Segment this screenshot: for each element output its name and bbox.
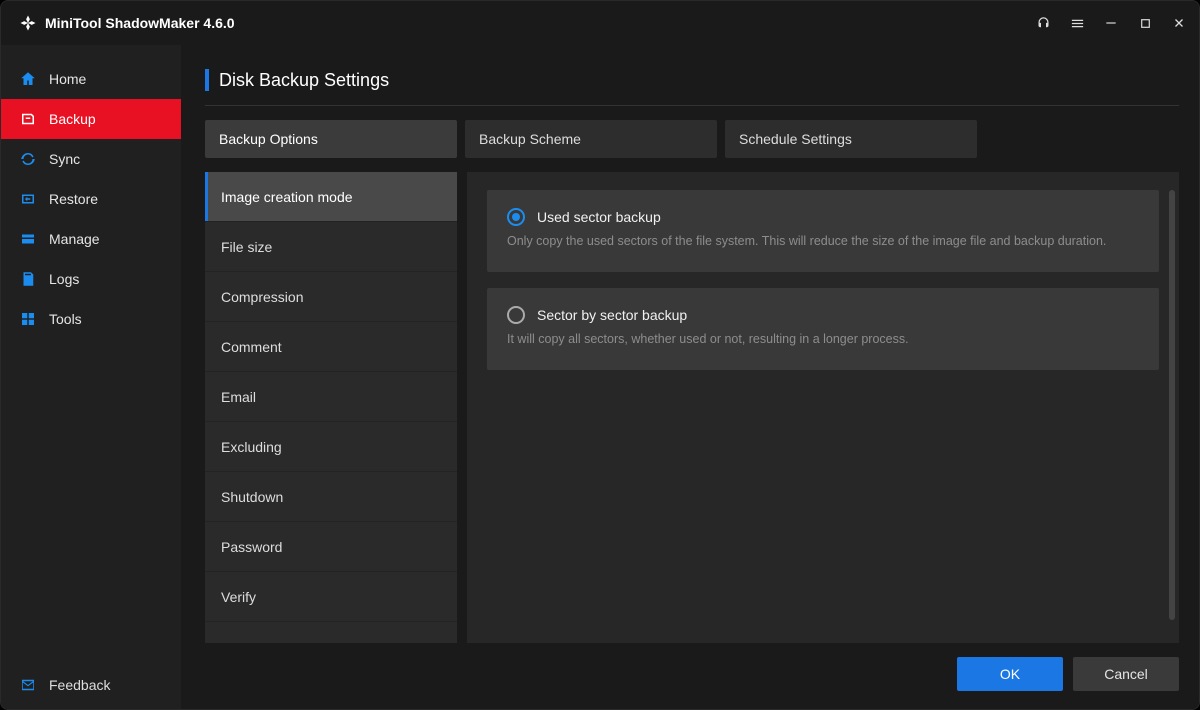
app-window: MiniTool ShadowMaker 4.6.0 [0,0,1200,710]
radio-selected-icon[interactable] [507,208,525,226]
minimize-icon[interactable] [1103,15,1119,31]
main-area: Disk Backup Settings Backup Options Back… [181,45,1199,709]
dialog-footer: OK Cancel [205,643,1179,691]
sidebar: Home Backup Sync [1,45,181,709]
sidebar-item-label: Manage [49,231,100,247]
sublist-label: File size [221,239,272,255]
feedback-label: Feedback [49,677,110,693]
sublist-verify[interactable]: Verify [205,572,457,622]
sidebar-item-label: Logs [49,271,79,287]
sidebar-nav: Home Backup Sync [1,59,181,661]
sublist-label: Verify [221,589,256,605]
sidebar-item-backup[interactable]: Backup [1,99,181,139]
options-panel: Used sector backup Only copy the used se… [467,172,1179,643]
option-title: Used sector backup [537,209,661,225]
tab-label: Backup Options [219,131,318,147]
sublist-file-size[interactable]: File size [205,222,457,272]
ok-button[interactable]: OK [957,657,1063,691]
sidebar-item-restore[interactable]: Restore [1,179,181,219]
tab-backup-options[interactable]: Backup Options [205,120,457,158]
app-body: Home Backup Sync [1,45,1199,709]
cancel-button[interactable]: Cancel [1073,657,1179,691]
manage-icon [19,230,37,248]
app-logo-icon [19,14,37,32]
sublist-label: Shutdown [221,489,283,505]
sublist-comment[interactable]: Comment [205,322,457,372]
sidebar-item-logs[interactable]: Logs [1,259,181,299]
sidebar-item-home[interactable]: Home [1,59,181,99]
menu-icon[interactable] [1069,15,1085,31]
tab-label: Backup Scheme [479,131,581,147]
logs-icon [19,270,37,288]
sublist-label: Excluding [221,439,282,455]
sync-icon [19,150,37,168]
sublist-shutdown[interactable]: Shutdown [205,472,457,522]
sidebar-item-label: Sync [49,151,80,167]
titlebar-controls [1035,15,1187,31]
sublist-label: Image creation mode [221,189,353,205]
sublist-label: Comment [221,339,282,355]
app-title: MiniTool ShadowMaker 4.6.0 [45,15,235,31]
maximize-icon[interactable] [1137,15,1153,31]
close-icon[interactable] [1171,15,1187,31]
tools-icon [19,310,37,328]
option-used-sector[interactable]: Used sector backup Only copy the used se… [487,190,1159,272]
option-desc: Only copy the used sectors of the file s… [507,234,1139,248]
sublist-password[interactable]: Password [205,522,457,572]
sublist-excluding[interactable]: Excluding [205,422,457,472]
sublist-label: Email [221,389,256,405]
home-icon [19,70,37,88]
sidebar-item-label: Home [49,71,86,87]
backup-icon [19,110,37,128]
sublist-label: Compression [221,289,303,305]
option-sector-by-sector[interactable]: Sector by sector backup It will copy all… [487,288,1159,370]
radio-unselected-icon[interactable] [507,306,525,324]
option-title: Sector by sector backup [537,307,687,323]
scrollbar[interactable] [1169,190,1175,620]
sidebar-item-label: Tools [49,311,82,327]
header-accent [205,69,209,91]
titlebar: MiniTool ShadowMaker 4.6.0 [1,1,1199,45]
options-sublist: Image creation mode File size Compressio… [205,172,457,643]
sidebar-item-label: Backup [49,111,96,127]
tab-label: Schedule Settings [739,131,852,147]
restore-icon [19,190,37,208]
sidebar-item-manage[interactable]: Manage [1,219,181,259]
tab-schedule-settings[interactable]: Schedule Settings [725,120,977,158]
tab-backup-scheme[interactable]: Backup Scheme [465,120,717,158]
titlebar-left: MiniTool ShadowMaker 4.6.0 [19,14,235,32]
sidebar-item-tools[interactable]: Tools [1,299,181,339]
option-desc: It will copy all sectors, whether used o… [507,332,1139,346]
sublist-email[interactable]: Email [205,372,457,422]
support-icon[interactable] [1035,15,1051,31]
feedback-icon [19,676,37,694]
settings-row: Image creation mode File size Compressio… [205,172,1179,643]
page-header: Disk Backup Settings [205,69,1179,106]
sidebar-item-sync[interactable]: Sync [1,139,181,179]
sublist-label: Password [221,539,282,555]
sublist-compression[interactable]: Compression [205,272,457,322]
sidebar-feedback[interactable]: Feedback [1,661,181,709]
radio-row: Used sector backup [507,208,1139,226]
sidebar-item-label: Restore [49,191,98,207]
tabs-row: Backup Options Backup Scheme Schedule Se… [205,120,1179,158]
radio-row: Sector by sector backup [507,306,1139,324]
page-title: Disk Backup Settings [219,70,389,91]
sublist-image-creation-mode[interactable]: Image creation mode [205,172,457,222]
